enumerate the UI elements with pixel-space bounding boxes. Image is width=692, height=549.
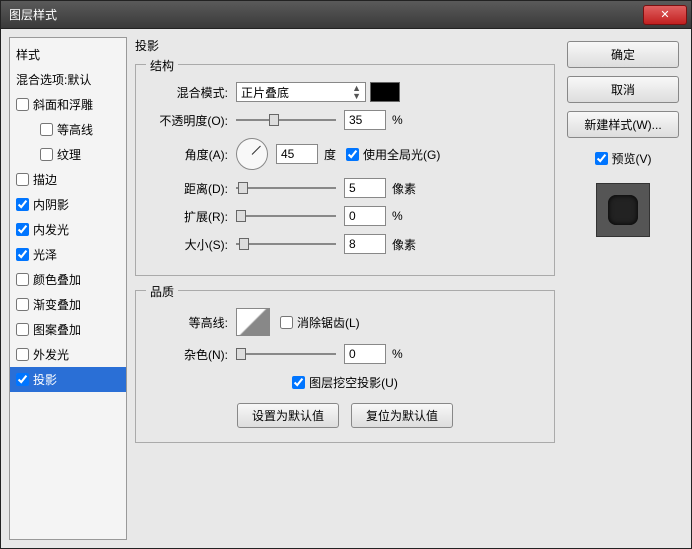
blend-mode-select[interactable]: 正片叠底 ▲▼ xyxy=(236,82,366,102)
style-label: 渐变叠加 xyxy=(33,296,81,313)
style-checkbox[interactable] xyxy=(16,98,29,111)
style-label: 内发光 xyxy=(33,221,69,238)
style-checkbox[interactable] xyxy=(16,298,29,311)
style-label: 投影 xyxy=(33,371,57,388)
opacity-slider[interactable] xyxy=(236,112,336,128)
style-label: 描边 xyxy=(33,171,57,188)
blend-options-item[interactable]: 混合选项:默认 xyxy=(10,67,126,92)
noise-label: 杂色(N): xyxy=(148,346,228,363)
contour-picker[interactable] xyxy=(236,308,270,336)
style-item[interactable]: 光泽 xyxy=(10,242,126,267)
style-checkbox[interactable] xyxy=(16,348,29,361)
noise-slider[interactable] xyxy=(236,346,336,362)
shadow-color-swatch[interactable] xyxy=(370,82,400,102)
angle-input[interactable] xyxy=(276,144,318,164)
reset-default-button[interactable]: 复位为默认值 xyxy=(351,403,453,428)
style-item[interactable]: 渐变叠加 xyxy=(10,292,126,317)
style-item[interactable]: 图案叠加 xyxy=(10,317,126,342)
style-checkbox[interactable] xyxy=(40,123,53,136)
style-checkbox[interactable] xyxy=(40,148,53,161)
style-label: 图案叠加 xyxy=(33,321,81,338)
opacity-label: 不透明度(O): xyxy=(148,112,228,129)
style-label: 纹理 xyxy=(57,146,81,163)
style-checkbox[interactable] xyxy=(16,223,29,236)
antialias-checkbox[interactable]: 消除锯齿(L) xyxy=(280,314,360,331)
style-item[interactable]: 内发光 xyxy=(10,217,126,242)
style-checkbox[interactable] xyxy=(16,373,29,386)
style-item[interactable]: 纹理 xyxy=(10,142,126,167)
quality-label: 品质 xyxy=(146,283,178,300)
spread-input[interactable] xyxy=(344,206,386,226)
preview-thumbnail xyxy=(596,183,650,237)
distance-label: 距离(D): xyxy=(148,180,228,197)
size-input[interactable] xyxy=(344,234,386,254)
ok-button[interactable]: 确定 xyxy=(567,41,679,68)
noise-input[interactable] xyxy=(344,344,386,364)
panel-title: 投影 xyxy=(135,37,555,54)
style-checkbox[interactable] xyxy=(16,198,29,211)
select-arrows-icon: ▲▼ xyxy=(352,84,361,100)
distance-slider[interactable] xyxy=(236,180,336,196)
spread-slider[interactable] xyxy=(236,208,336,224)
style-label: 光泽 xyxy=(33,246,57,263)
styles-header: 样式 xyxy=(10,42,126,67)
style-item[interactable]: 等高线 xyxy=(10,117,126,142)
opacity-input[interactable] xyxy=(344,110,386,130)
style-checkbox[interactable] xyxy=(16,323,29,336)
titlebar: 图层样式 ✕ xyxy=(1,1,691,29)
settings-panel: 投影 结构 混合模式: 正片叠底 ▲▼ 不透明度(O): % xyxy=(135,37,555,540)
style-item[interactable]: 内阴影 xyxy=(10,192,126,217)
distance-input[interactable] xyxy=(344,178,386,198)
new-style-button[interactable]: 新建样式(W)... xyxy=(567,111,679,138)
styles-list: 样式 混合选项:默认 斜面和浮雕等高线纹理描边内阴影内发光光泽颜色叠加渐变叠加图… xyxy=(9,37,127,540)
style-checkbox[interactable] xyxy=(16,173,29,186)
size-label: 大小(S): xyxy=(148,236,228,253)
layer-style-dialog: 图层样式 ✕ 样式 混合选项:默认 斜面和浮雕等高线纹理描边内阴影内发光光泽颜色… xyxy=(0,0,692,549)
style-item[interactable]: 斜面和浮雕 xyxy=(10,92,126,117)
style-checkbox[interactable] xyxy=(16,273,29,286)
style-label: 外发光 xyxy=(33,346,69,363)
style-item[interactable]: 外发光 xyxy=(10,342,126,367)
global-light-checkbox[interactable]: 使用全局光(G) xyxy=(346,146,440,163)
preview-checkbox[interactable]: 预览(V) xyxy=(595,150,652,167)
spread-label: 扩展(R): xyxy=(148,208,228,225)
angle-dial[interactable] xyxy=(236,138,268,170)
style-label: 颜色叠加 xyxy=(33,271,81,288)
contour-label: 等高线: xyxy=(148,314,228,331)
size-slider[interactable] xyxy=(236,236,336,252)
angle-label: 角度(A): xyxy=(148,146,228,163)
style-item[interactable]: 描边 xyxy=(10,167,126,192)
style-label: 等高线 xyxy=(57,121,93,138)
structure-label: 结构 xyxy=(146,57,178,74)
set-default-button[interactable]: 设置为默认值 xyxy=(237,403,339,428)
style-label: 内阴影 xyxy=(33,196,69,213)
cancel-button[interactable]: 取消 xyxy=(567,76,679,103)
close-button[interactable]: ✕ xyxy=(643,5,687,25)
quality-group: 品质 等高线: 消除锯齿(L) 杂色(N): % xyxy=(135,290,555,443)
action-panel: 确定 取消 新建样式(W)... 预览(V) xyxy=(563,37,683,540)
structure-group: 结构 混合模式: 正片叠底 ▲▼ 不透明度(O): % 角度(A) xyxy=(135,64,555,276)
blend-mode-label: 混合模式: xyxy=(148,84,228,101)
window-title: 图层样式 xyxy=(9,6,57,23)
knockout-checkbox[interactable]: 图层挖空投影(U) xyxy=(292,374,398,391)
style-item[interactable]: 颜色叠加 xyxy=(10,267,126,292)
style-checkbox[interactable] xyxy=(16,248,29,261)
preview-inner-icon xyxy=(608,195,638,225)
style-item[interactable]: 投影 xyxy=(10,367,126,392)
style-label: 斜面和浮雕 xyxy=(33,96,93,113)
